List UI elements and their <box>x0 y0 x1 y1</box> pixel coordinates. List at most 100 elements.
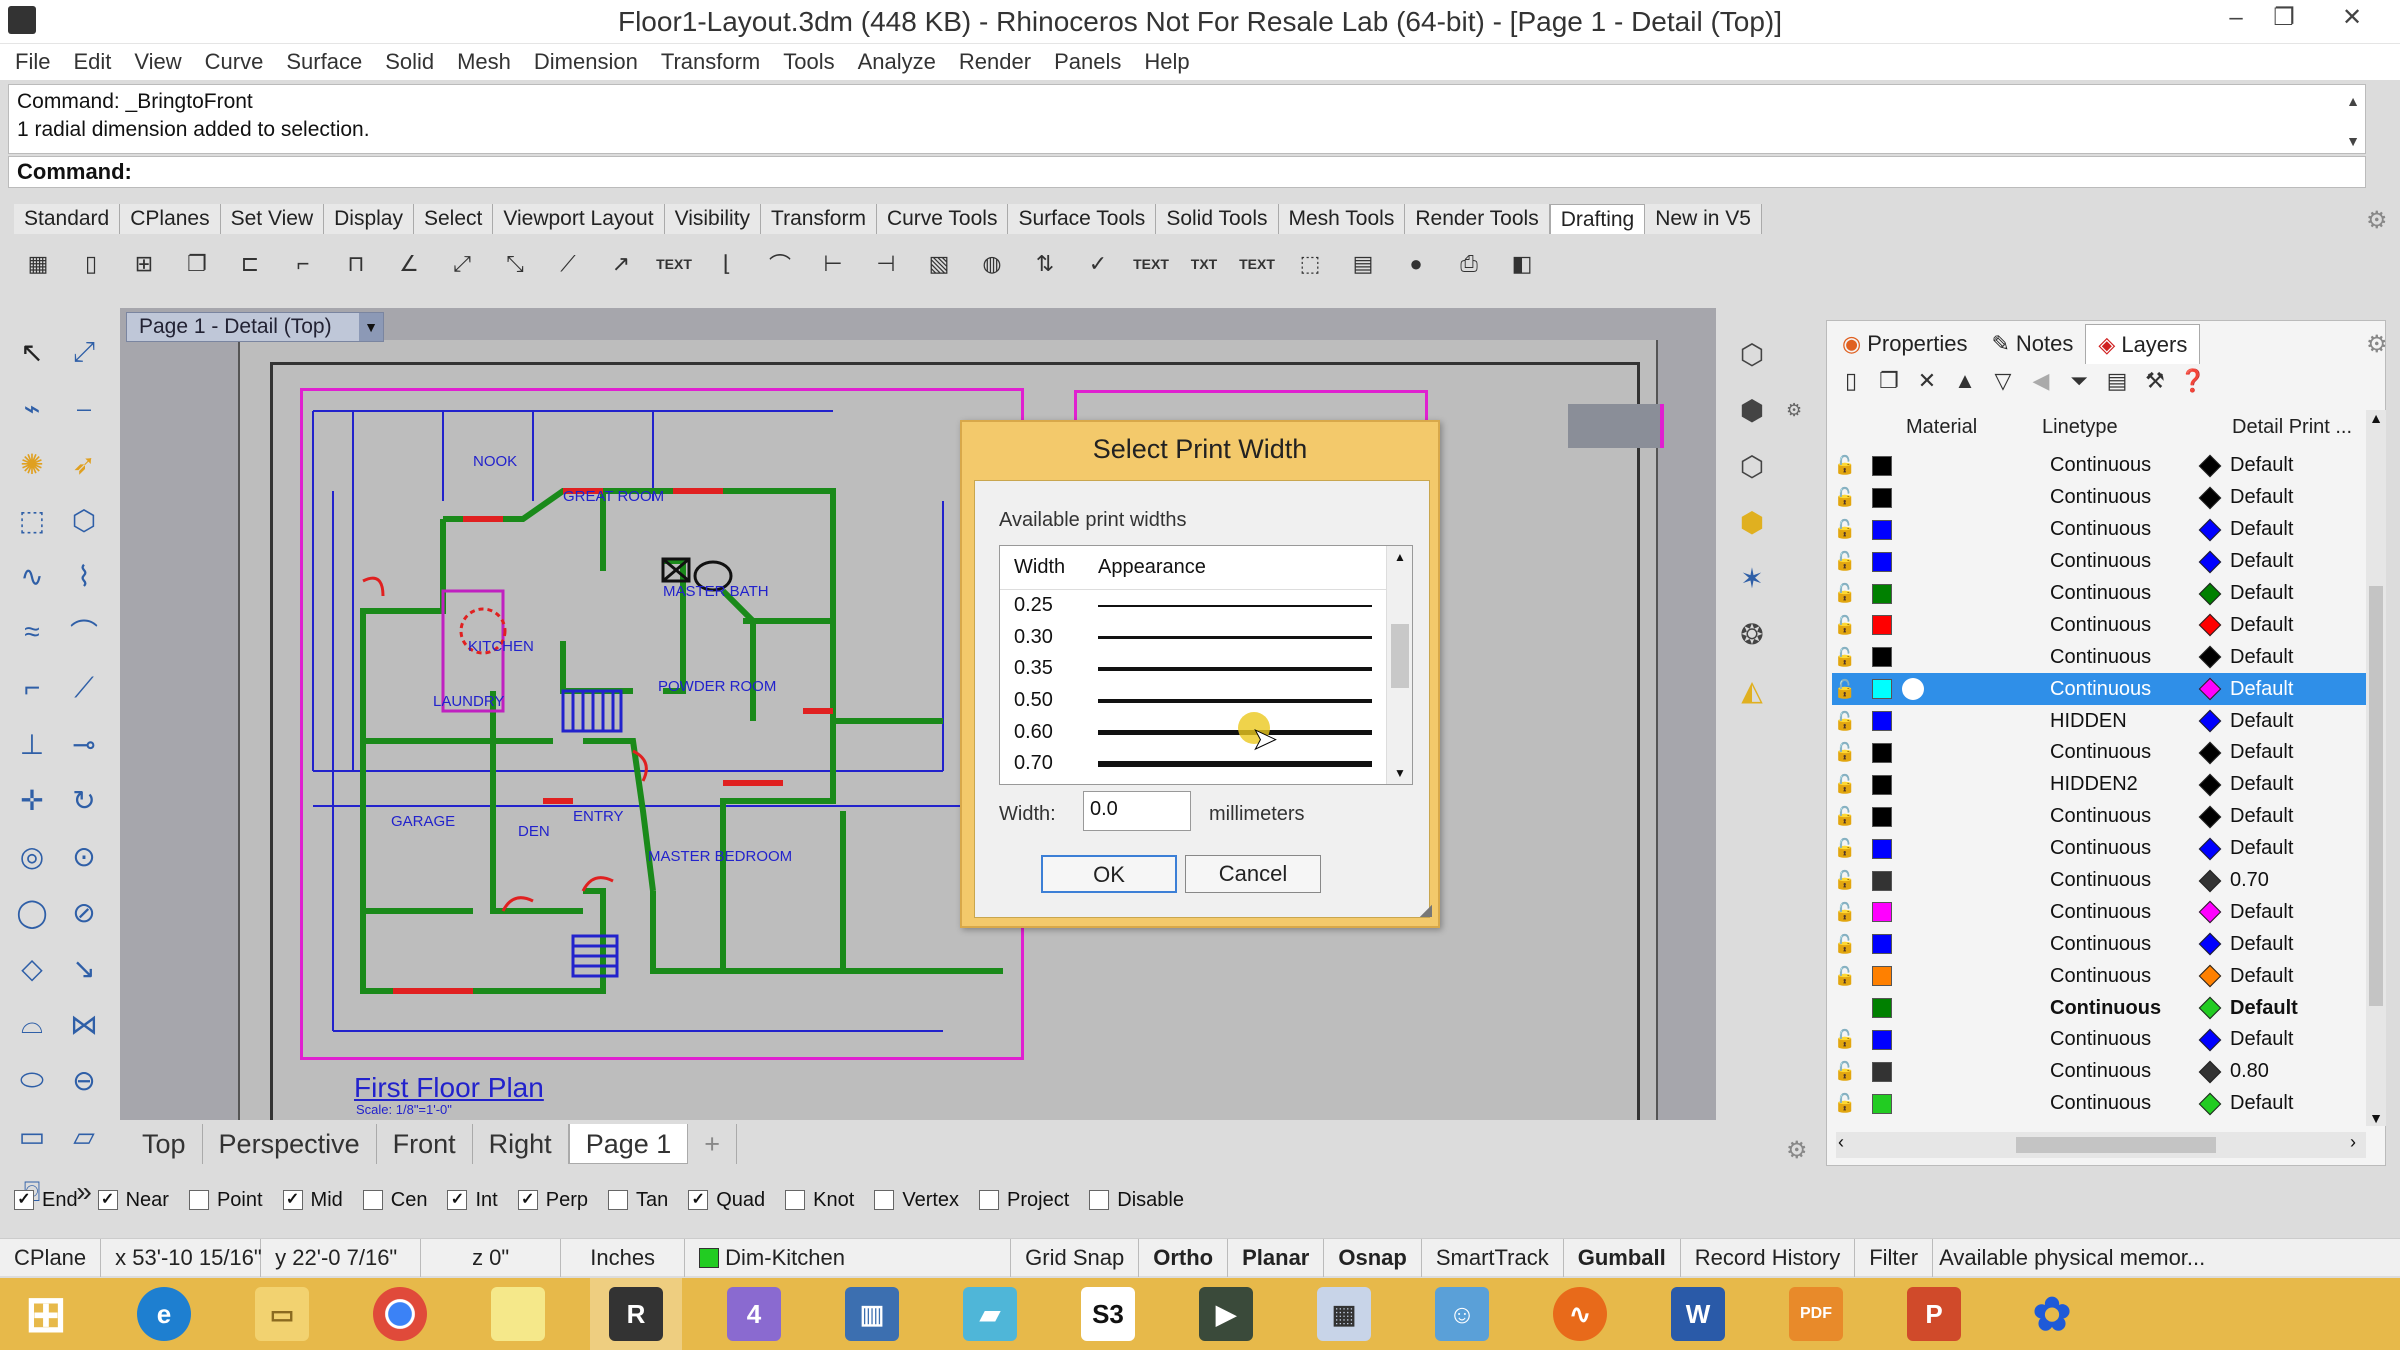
extrude-icon[interactable]: ▱ <box>58 1110 110 1162</box>
osnap-mid[interactable]: ✓ Mid <box>282 1189 343 1212</box>
layer-print-width[interactable]: 0.80 <box>2230 1060 2269 1083</box>
osnap-knot[interactable]: Knot <box>785 1189 854 1212</box>
toolbar-tab-curve-tools[interactable]: Curve Tools <box>876 204 1009 234</box>
line-icon[interactable]: ⊢ <box>809 240 857 288</box>
view-capture-icon[interactable]: ⬡ <box>1728 330 1776 378</box>
taskbar-app13[interactable]: ☺ <box>1416 1278 1508 1350</box>
move-icon[interactable]: ✛ <box>6 774 58 826</box>
text-object-icon[interactable]: TXT <box>1180 240 1228 288</box>
layer-row[interactable]: 🔓 Continuous Default <box>1832 801 2366 833</box>
rectangle-icon[interactable]: ⬚ <box>6 494 58 546</box>
layer-print-width[interactable]: Default <box>2230 837 2293 860</box>
layer-print-width[interactable]: Default <box>2230 710 2293 733</box>
layout-icon[interactable]: ▦ <box>14 240 62 288</box>
sphere-tool-icon[interactable]: ⊖ <box>58 1054 110 1106</box>
layer-color-swatch[interactable] <box>1872 902 1892 923</box>
units-label[interactable]: Inches <box>561 1238 686 1277</box>
new-page-icon[interactable]: ⊞ <box>120 240 168 288</box>
layer-color-swatch[interactable] <box>1872 487 1892 508</box>
layer-print-width[interactable]: Default <box>2230 678 2293 701</box>
toolbar-tab-cplanes[interactable]: CPlanes <box>120 204 221 234</box>
print-color-swatch[interactable] <box>2198 1028 2222 1052</box>
layer-color-swatch[interactable] <box>1872 1061 1892 1082</box>
filter-icon[interactable]: ⏷ <box>2060 368 2098 402</box>
delete-layer-icon[interactable]: ✕ <box>1908 368 1946 402</box>
layer-row[interactable]: 🔓 Continuous Default <box>1832 514 2366 546</box>
material-swatch[interactable] <box>1902 1028 1924 1051</box>
material-swatch[interactable] <box>1902 710 1924 733</box>
layer-linetype[interactable]: Continuous <box>2050 1060 2190 1083</box>
width-row[interactable]: 0.60 <box>1000 716 1412 748</box>
toolbar-tab-drafting[interactable]: Drafting <box>1549 204 1646 234</box>
layer-linetype[interactable]: Continuous <box>2050 486 2190 509</box>
hscroll-thumb[interactable] <box>2016 1137 2216 1153</box>
unlock-icon[interactable]: 🔓 <box>1832 902 1858 923</box>
unlock-icon[interactable]: 🔓 <box>1832 1093 1858 1114</box>
viewport-tab-page-1[interactable]: Page 1 <box>568 1124 689 1164</box>
layer-color-swatch[interactable] <box>1872 1029 1892 1050</box>
checkbox[interactable] <box>1089 1190 1110 1210</box>
layer-color-swatch[interactable] <box>1872 615 1892 636</box>
dim-radius-icon[interactable]: ⤢ <box>438 240 486 288</box>
hatch-icon[interactable]: ▧ <box>915 240 963 288</box>
interp-curve-icon[interactable]: ⌇ <box>58 550 110 602</box>
layer-print-width[interactable]: Default <box>2230 454 2293 477</box>
layer-linetype[interactable]: Continuous <box>2050 901 2190 924</box>
gumball-toggle[interactable]: Gumball <box>1564 1238 1681 1277</box>
osnap-quad[interactable]: ✓ Quad <box>688 1189 765 1212</box>
freeform-icon[interactable]: ≈ <box>6 606 58 658</box>
col-width[interactable]: Width <box>1014 556 1098 579</box>
tab-properties[interactable]: ◉ Properties <box>1830 324 1979 364</box>
unlock-icon[interactable]: 🔓 <box>1832 519 1858 540</box>
scroll-down-icon[interactable]: ▼ <box>2343 127 2363 155</box>
osnap-tan[interactable]: Tan <box>607 1189 668 1212</box>
osnap-disable[interactable]: Disable <box>1089 1189 1184 1212</box>
col-linetype[interactable]: Linetype <box>2042 416 2118 439</box>
check-icon[interactable]: ✓ <box>1074 240 1122 288</box>
text-edit-icon[interactable]: TEXT <box>1127 240 1175 288</box>
taskbar-notes[interactable] <box>472 1278 564 1350</box>
menu-dimension[interactable]: Dimension <box>534 49 638 75</box>
layer-row[interactable]: 🔓 Continuous Default <box>1832 482 2366 514</box>
offset-icon[interactable]: ↘ <box>58 942 110 994</box>
environment-icon[interactable]: ❂ <box>1728 610 1776 658</box>
line-tool-icon[interactable]: ⎯ <box>58 382 110 434</box>
layer-color-swatch[interactable] <box>1872 934 1892 955</box>
filter-toggle[interactable]: Filter <box>1855 1238 1934 1277</box>
scroll-right-icon[interactable]: › <box>2350 1132 2356 1153</box>
material-swatch[interactable] <box>1902 582 1924 605</box>
width-input[interactable]: 0.0 <box>1083 791 1191 831</box>
layer-print-width[interactable]: Default <box>2230 486 2293 509</box>
print-color-swatch[interactable] <box>2198 582 2222 605</box>
viewport-tab-top[interactable]: Top <box>126 1124 203 1164</box>
unlock-icon[interactable]: 🔓 <box>1832 551 1858 572</box>
current-layer[interactable]: Dim-Kitchen <box>685 1238 1012 1277</box>
unlock-icon[interactable]: 🔓 <box>1832 774 1858 795</box>
smarttrack-toggle[interactable]: SmartTrack <box>1422 1238 1564 1277</box>
taskbar-app4[interactable]: 4 <box>708 1278 800 1350</box>
menu-surface[interactable]: Surface <box>286 49 362 75</box>
polygon-icon[interactable]: ⬡ <box>58 494 110 546</box>
material-swatch[interactable] <box>1902 486 1924 509</box>
panel-gear-icon[interactable]: ⚙ <box>2366 330 2388 359</box>
menu-edit[interactable]: Edit <box>73 49 111 75</box>
taskbar-video[interactable]: ▥ <box>826 1278 918 1350</box>
text-icon[interactable]: TEXT <box>650 240 698 288</box>
layer-print-width[interactable]: Default <box>2230 550 2293 573</box>
trim-icon[interactable]: ⊥ <box>6 718 58 770</box>
print-color-swatch[interactable] <box>2198 901 2222 924</box>
osnap-project[interactable]: Project <box>979 1189 1069 1212</box>
taskbar-word[interactable]: W <box>1652 1278 1744 1350</box>
menu-analyze[interactable]: Analyze <box>858 49 936 75</box>
layer-linetype[interactable]: Continuous <box>2050 518 2190 541</box>
layer-print-width[interactable]: Default <box>2230 933 2293 956</box>
unlock-icon[interactable]: 🔓 <box>1832 1061 1858 1082</box>
move-parent-icon[interactable]: ◀ <box>2022 368 2060 402</box>
layer-print-width[interactable]: Default <box>2230 773 2293 796</box>
unlock-icon[interactable]: 🔓 <box>1832 742 1858 763</box>
osnap-point[interactable]: Point <box>188 1189 263 1212</box>
layer-linetype[interactable]: Continuous <box>2050 1028 2190 1051</box>
unlock-icon[interactable]: 🔓 <box>1832 679 1858 700</box>
menu-view[interactable]: View <box>134 49 181 75</box>
print-color-swatch[interactable] <box>2198 741 2222 765</box>
